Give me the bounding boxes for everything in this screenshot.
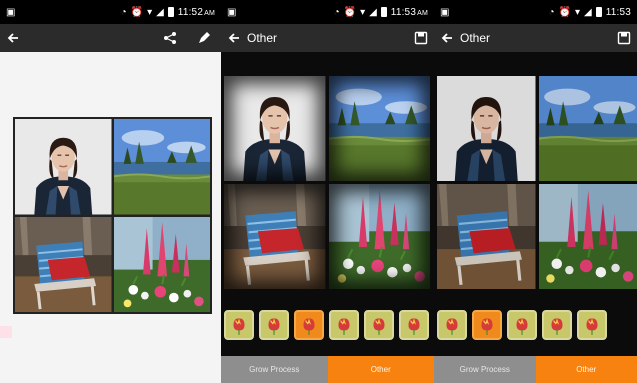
signal-icon: ◢: [156, 6, 164, 18]
decorative-edge: [0, 326, 12, 338]
back-button[interactable]: [227, 31, 241, 45]
tulip-icon: [511, 314, 533, 336]
clock: 11:53AM: [390, 6, 428, 18]
wifi-icon: ▾: [574, 6, 580, 18]
signal-icon: ◢: [369, 6, 377, 18]
tulip-icon: [298, 314, 320, 336]
save-button[interactable]: [617, 31, 631, 45]
filter-thumb[interactable]: [507, 310, 537, 340]
image-notification-icon: ▣: [6, 6, 16, 18]
tab-other[interactable]: Other: [535, 356, 637, 383]
filter-thumb[interactable]: [399, 310, 429, 340]
collage-photo-lake[interactable]: [539, 76, 637, 181]
tulip-icon: [368, 314, 390, 336]
clock: 11:53: [605, 6, 631, 18]
collage-canvas: [221, 52, 434, 383]
share-button[interactable]: [163, 31, 177, 45]
alarm-icon: ⏰: [130, 6, 144, 18]
tulip-icon: [546, 314, 568, 336]
tab-other[interactable]: Other: [327, 356, 434, 383]
tulip-icon: [333, 314, 355, 336]
photo-collage[interactable]: [224, 76, 430, 289]
photo-collage[interactable]: [13, 117, 212, 314]
collage-canvas: [0, 52, 221, 383]
filter-thumb[interactable]: [224, 310, 254, 340]
toolbar: Other: [221, 24, 434, 52]
collage-photo-flowers[interactable]: [114, 217, 211, 313]
tab-grow-process[interactable]: Grow Process: [434, 356, 536, 383]
panel-vignette: ▣ ◔ ⏰ ▾ ◢ 11:53AM Other Grow Process Oth…: [221, 0, 434, 383]
save-icon: [414, 31, 428, 45]
filter-category-bar: Grow Process Other: [434, 356, 637, 383]
arrow-left-icon: [228, 33, 239, 43]
headset-icon: ◔: [120, 6, 127, 18]
collage-photo-flowers[interactable]: [329, 184, 431, 289]
collage-photo-chair[interactable]: [15, 217, 112, 313]
wifi-icon: ▾: [147, 6, 153, 18]
back-button[interactable]: [440, 31, 454, 45]
tulip-icon: [263, 314, 285, 336]
toolbar-title: Other: [247, 31, 278, 45]
collage-photo-lake[interactable]: [329, 76, 431, 181]
status-bar: ▣ ◔ ⏰ ▾ ◢ 11:52AM: [0, 0, 221, 24]
filter-thumb[interactable]: [329, 310, 359, 340]
tulip-icon: [403, 314, 425, 336]
collage-photo-flowers[interactable]: [539, 184, 637, 289]
arrow-left-icon: [7, 33, 18, 43]
filter-thumbnail-strip[interactable]: [221, 306, 434, 344]
filter-thumb[interactable]: [364, 310, 394, 340]
collage-photo-portrait[interactable]: [224, 76, 326, 181]
alarm-icon: ⏰: [343, 6, 357, 18]
tulip-icon: [228, 314, 250, 336]
wifi-icon: ▾: [360, 6, 366, 18]
tulip-icon: [441, 314, 463, 336]
filter-category-bar: Grow Process Other: [221, 356, 434, 383]
alarm-icon: ⏰: [558, 6, 571, 18]
arrow-left-icon: [441, 33, 452, 43]
headset-icon: ◔: [548, 6, 555, 18]
edit-button[interactable]: [197, 31, 211, 45]
filter-thumb[interactable]: [259, 310, 289, 340]
collage-photo-portrait[interactable]: [15, 119, 112, 215]
filter-thumb[interactable]: [542, 310, 572, 340]
back-button[interactable]: [6, 31, 20, 45]
battery-icon: [167, 7, 174, 17]
image-notification-icon: ▣: [440, 6, 450, 18]
pencil-icon: [199, 32, 210, 43]
filter-thumb-selected[interactable]: [294, 310, 324, 340]
battery-icon: [595, 7, 602, 17]
filter-thumbnail-strip[interactable]: [434, 306, 637, 344]
headset-icon: ◔: [333, 6, 340, 18]
battery-icon: [380, 7, 387, 17]
clock: 11:52AM: [177, 6, 215, 18]
toolbar: [0, 24, 221, 52]
panel-original: ▣ ◔ ⏰ ▾ ◢ 11:52AM: [0, 0, 221, 383]
status-bar: ▣ ◔ ⏰ ▾ ◢ 11:53: [434, 0, 637, 24]
photo-collage[interactable]: [437, 76, 637, 289]
collage-canvas: [434, 52, 637, 383]
collage-photo-lake[interactable]: [114, 119, 211, 215]
share-icon: [164, 32, 176, 44]
collage-photo-chair[interactable]: [437, 184, 536, 289]
collage-photo-portrait[interactable]: [437, 76, 536, 181]
tulip-icon: [581, 314, 603, 336]
save-button[interactable]: [414, 31, 428, 45]
toolbar: Other: [434, 24, 637, 52]
toolbar-title: Other: [460, 31, 491, 45]
filter-thumb[interactable]: [437, 310, 467, 340]
tab-grow-process[interactable]: Grow Process: [221, 356, 328, 383]
status-bar: ▣ ◔ ⏰ ▾ ◢ 11:53AM: [221, 0, 434, 24]
image-notification-icon: ▣: [227, 6, 237, 18]
collage-photo-chair[interactable]: [224, 184, 326, 289]
filter-thumb[interactable]: [577, 310, 607, 340]
tulip-icon: [476, 314, 498, 336]
save-icon: [617, 31, 631, 45]
panel-filtered: ▣ ◔ ⏰ ▾ ◢ 11:53 Other Grow Process Other: [434, 0, 637, 383]
signal-icon: ◢: [584, 6, 592, 18]
filter-thumb-selected[interactable]: [472, 310, 502, 340]
